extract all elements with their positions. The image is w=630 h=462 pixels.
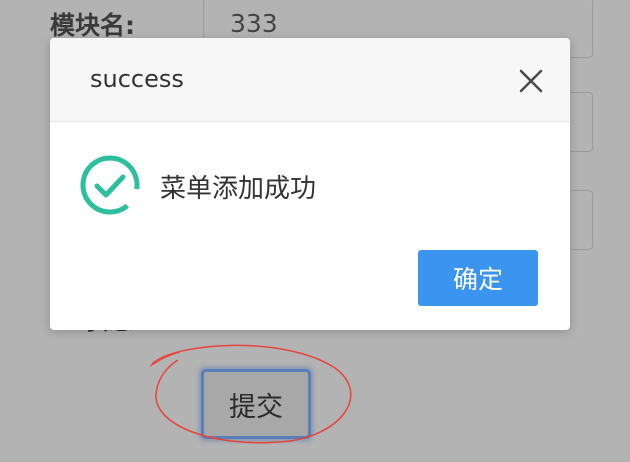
- dialog-message: 菜单添加成功: [160, 174, 317, 204]
- module-name-label: 模块名:: [50, 11, 135, 40]
- dialog-title: success: [90, 65, 184, 93]
- dialog-header: success: [50, 38, 570, 122]
- success-dialog: success 菜单添加成功 确定: [50, 38, 570, 330]
- check-circle-icon: [80, 155, 140, 215]
- module-name-value: 333: [230, 9, 278, 38]
- submit-button[interactable]: 提交: [201, 369, 311, 439]
- dialog-body: 菜单添加成功: [50, 122, 570, 242]
- close-icon[interactable]: [516, 66, 546, 96]
- confirm-button[interactable]: 确定: [418, 250, 538, 306]
